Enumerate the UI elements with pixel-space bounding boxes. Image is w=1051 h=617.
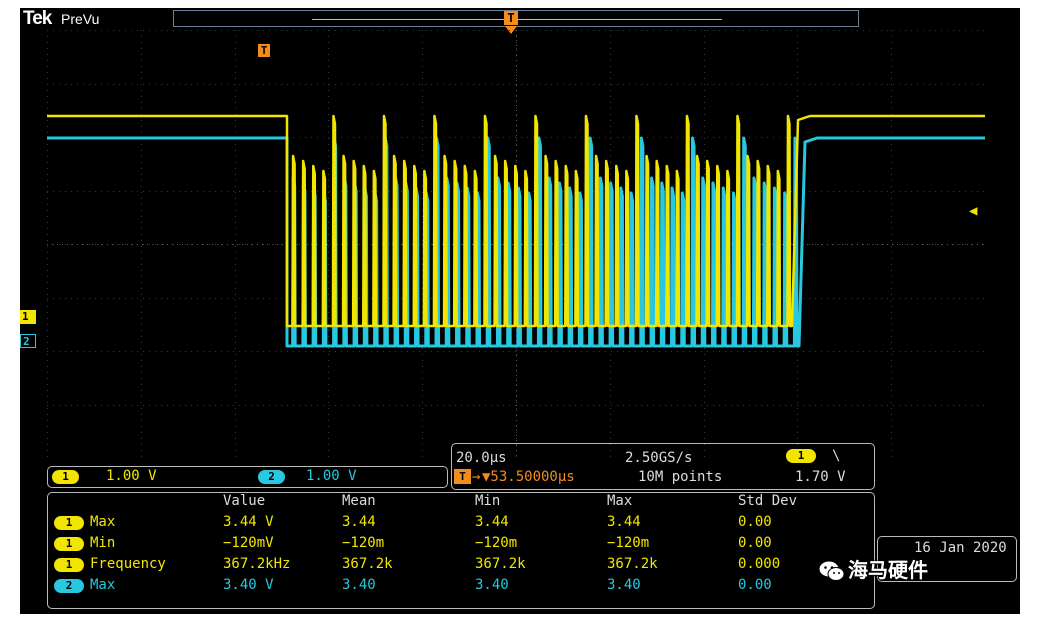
measurement-name: Frequency [90,556,166,572]
measurement-mean: −120m [342,535,385,551]
measurement-table[interactable]: Value Mean Min Max Std Dev 1 Max 3.44 V … [47,492,875,609]
wechat-icon [818,560,845,581]
measurement-max: 3.44 [607,514,641,530]
measurement-min: 3.40 [475,577,509,593]
trigger-level-arrow-icon[interactable]: ◀ [969,203,977,219]
measurement-name: Max [90,514,116,530]
column-header-std-dev: Std Dev [738,493,798,509]
column-header-max: Max [607,493,633,509]
measurement-value: 3.40 V [223,577,274,593]
trigger-delay-arrow: → [472,469,481,485]
measurement-min: 3.44 [475,514,509,530]
waveform-graticule[interactable] [47,30,985,458]
measurement-name: Min [90,535,116,551]
measurement-value: 3.44 V [223,514,274,530]
measurement-name: Max [90,577,116,593]
channel-badge: 1 [54,516,84,530]
ch1-scale-value: 1.00 V [106,468,157,484]
measurement-row[interactable]: 2 Max 3.40 V 3.40 3.40 3.40 0.00 [48,577,874,596]
channel-badge: 2 [54,579,84,593]
measurement-value: 367.2kHz [223,556,291,572]
column-header-mean: Mean [342,493,376,509]
measurement-max: 367.2k [607,556,658,572]
measurement-mean: 3.44 [342,514,376,530]
measurement-mean: 367.2k [342,556,393,572]
brand-logo: Tek [23,8,52,29]
measurement-std-dev: 0.00 [738,535,772,551]
trigger-marker-icon[interactable]: T [504,11,518,25]
trigger-source-badge: 1 [786,449,816,463]
screenshot: Tek PreVu T T 1 2 ◀ 1 1.00 V 2 1.00 V 20… [0,0,1051,617]
measurement-max: −120m [607,535,650,551]
oscilloscope-display: Tek PreVu T T 1 2 ◀ 1 1.00 V 2 1.00 V 20… [20,8,1020,614]
measurement-row[interactable]: 1 Frequency 367.2kHz 367.2k 367.2k 367.2… [48,556,874,575]
measurement-std-dev: 0.00 [738,514,772,530]
vertical-scale-panel[interactable]: 1 1.00 V 2 1.00 V [47,466,448,488]
measurement-row[interactable]: 1 Max 3.44 V 3.44 3.44 3.44 0.00 [48,514,874,533]
ch2-badge: 2 [258,470,285,484]
measurement-min: −120m [475,535,518,551]
measurement-mean: 3.40 [342,577,376,593]
ch1-badge: 1 [52,470,79,484]
trigger-delay-value: ▼53.50000µs [482,469,575,485]
measurement-row[interactable]: 1 Min −120mV −120m −120m −120m 0.00 [48,535,874,554]
time-per-division: 20.0µs [456,450,507,466]
measurement-std-dev: 0.00 [738,577,772,593]
watermark-text: 海马硬件 [848,558,928,582]
record-length: 10M points [638,469,723,485]
sample-rate: 2.50GS/s [625,450,693,466]
acquisition-mode: PreVu [61,11,100,27]
channel-badge: 1 [54,537,84,551]
column-header-value: Value [223,493,266,509]
ch1-waveform [47,114,985,328]
watermark: 海马硬件 [818,554,928,583]
measurement-value: −120mV [223,535,274,551]
trigger-slope-falling-icon: \ [832,448,841,464]
trigger-delay-icon: T [454,469,471,484]
measurement-std-dev: 0.000 [738,556,781,572]
measurement-max: 3.40 [607,577,641,593]
ch1-ground-marker[interactable]: 1 [20,310,36,324]
horizontal-trigger-panel[interactable]: 20.0µs 2.50GS/s T → ▼53.50000µs 10M poin… [451,443,875,490]
channel-badge: 1 [54,558,84,572]
ch2-scale-value: 1.00 V [306,468,357,484]
ch2-ground-marker[interactable]: 2 [20,334,36,348]
trigger-level-value: 1.70 V [795,469,846,485]
measurement-min: 367.2k [475,556,526,572]
column-header-min: Min [475,493,501,509]
